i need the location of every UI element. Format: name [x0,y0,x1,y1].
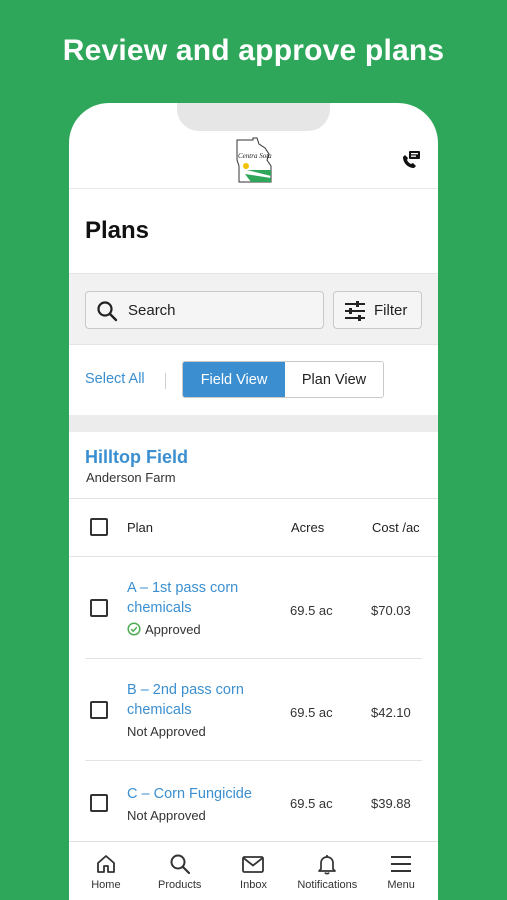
divider [165,373,166,389]
nav-label: Inbox [240,879,267,891]
select-all-checkbox[interactable] [90,518,108,536]
nav-home[interactable]: Home [69,842,143,900]
table-row: B – 2nd pass corn chemicals Not Approved… [69,659,438,761]
select-all-link[interactable]: Select All [85,371,145,387]
row-checkbox[interactable] [90,599,108,617]
divider [69,498,438,499]
view-toggle: Field View Plan View [182,361,384,398]
nav-notifications[interactable]: Notifications [290,842,364,900]
status-text: Approved [145,622,201,637]
search-input[interactable]: Search [85,291,324,329]
section-divider [69,415,438,432]
table-row: C – Corn Fungicide Not Approved 69.5 ac … [69,761,438,841]
search-icon [170,854,190,875]
plan-name-line: C – Corn Fungicide [127,786,252,802]
nav-inbox[interactable]: Inbox [217,842,291,900]
nav-label: Products [157,879,202,891]
plan-name-link[interactable]: C – Corn Fungicide [127,784,277,804]
bell-icon [318,855,337,875]
svg-text:Centra Sota: Centra Sota [238,152,272,160]
sliders-icon [345,301,365,321]
cost-value: $70.03 [371,603,411,618]
home-icon [96,855,115,873]
plan-view-tab[interactable]: Plan View [285,362,383,397]
nav-products[interactable]: Products [143,842,217,900]
search-label: Search [128,302,176,319]
column-header-cost: Cost /ac [372,520,420,535]
row-checkbox[interactable] [90,794,108,812]
nav-menu[interactable]: Menu [364,842,438,900]
field-view-tab[interactable]: Field View [183,362,285,397]
acres-value: 69.5 ac [290,796,333,811]
top-bar: Centra Sota [69,131,438,189]
plan-name-link[interactable]: A – 1st pass corn chemicals [127,578,277,618]
filter-label: Filter [374,302,408,319]
headline: Review and approve plans [62,34,445,67]
search-icon [97,301,118,322]
row-checkbox[interactable] [90,701,108,719]
nav-label: Notifications [297,879,358,891]
phone-frame: Centra Sota Plans Search Filter Select A… [69,103,438,900]
phone-notch [177,103,330,131]
acres-value: 69.5 ac [290,705,333,720]
status-badge: Approved [127,622,201,637]
plan-name-line: B – 2nd pass corn [127,682,244,698]
field-name-link[interactable]: Hilltop Field [85,447,188,468]
bottom-nav: Home Products Inbox Notifications Menu [69,841,438,900]
status-text: Not Approved [127,724,206,739]
menu-icon [391,856,412,872]
page-title: Plans [85,217,150,244]
table-row: A – 1st pass corn chemicals Approved 69.… [69,557,438,659]
nav-label: Home [91,879,121,891]
cost-value: $39.88 [371,796,411,811]
plan-name-line: chemicals [127,702,192,718]
farm-name: Anderson Farm [86,470,176,485]
plan-name-link[interactable]: B – 2nd pass corn chemicals [127,680,277,720]
check-circle-icon [127,622,141,636]
status-text: Not Approved [127,808,206,823]
mail-icon [242,856,265,873]
cost-value: $42.10 [371,705,411,720]
plan-name-line: chemicals [127,600,192,616]
acres-value: 69.5 ac [290,603,333,618]
column-header-acres: Acres [291,520,325,535]
centra-sota-logo: Centra Sota [236,137,272,183]
plan-name-line: A – 1st pass corn [127,580,239,596]
filter-button[interactable]: Filter [333,291,422,329]
phone-message-icon[interactable] [398,149,422,173]
search-filter-bar: Search Filter [69,273,438,345]
column-header-plan: Plan [127,520,154,535]
nav-label: Menu [387,879,415,891]
